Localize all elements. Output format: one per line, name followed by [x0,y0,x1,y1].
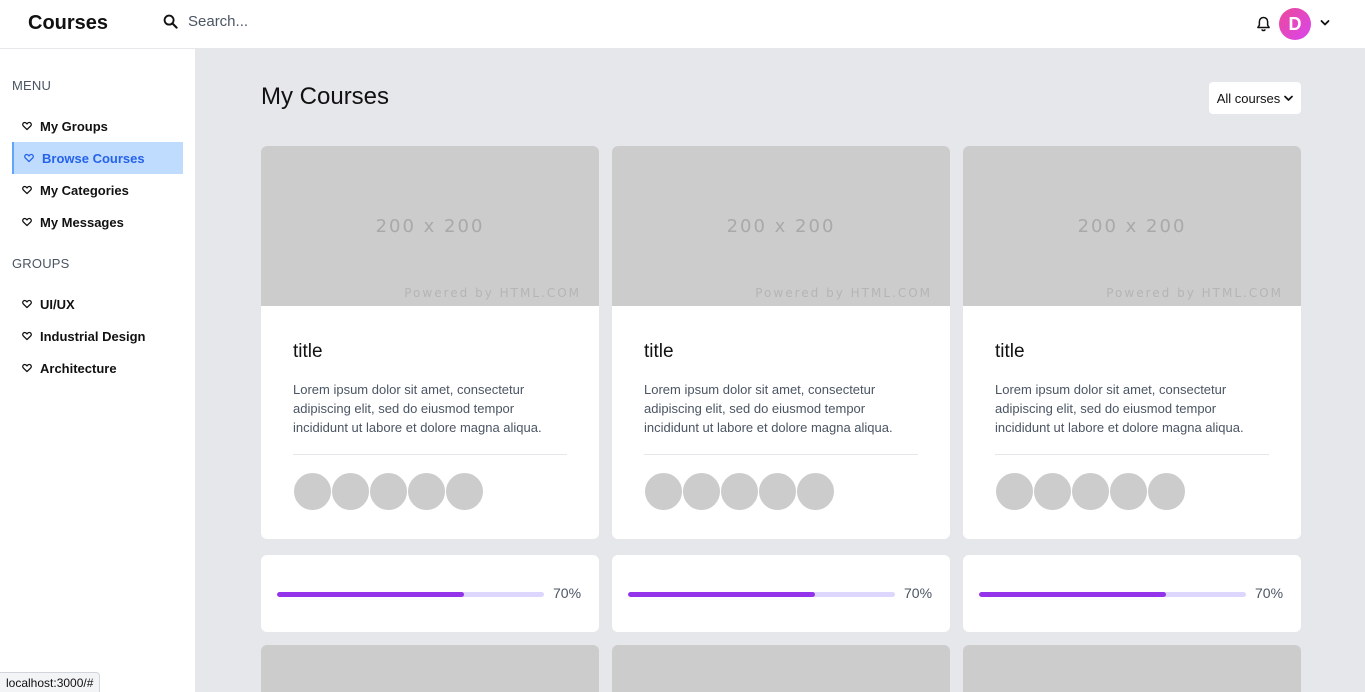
status-bar-url: localhost:3000/# [0,672,101,692]
member-avatar[interactable] [331,472,370,511]
thumbnail-size-text: 200 x 200 [1077,216,1187,237]
course-card-partial[interactable] [963,645,1301,692]
course-card-partial[interactable] [261,645,599,692]
progress-fill [277,592,464,597]
card-divider [293,454,567,455]
progress-track [979,592,1246,597]
search-icon [163,14,178,29]
filter-label: All courses [1216,90,1281,106]
progress-card: 70% [612,555,950,632]
progress-fill [628,592,815,597]
member-avatars [293,472,567,511]
progress-card: 70% [963,555,1301,632]
course-filter-dropdown[interactable]: All courses [1209,82,1301,114]
bell-icon[interactable] [1256,16,1271,32]
member-avatar[interactable] [1147,472,1186,511]
thumbnail-watermark: Powered by HTML.COM [404,286,581,300]
course-card[interactable]: 200 x 200 Powered by HTML.COM title Lore… [963,146,1301,539]
page-title: My Courses [261,83,390,110]
groups-section-title: GROUPS [12,256,70,271]
sidebar-item-label: My Messages [40,214,124,230]
sidebar-item-label: Industrial Design [40,328,146,344]
heart-icon [22,185,32,195]
course-card[interactable]: 200 x 200 Powered by HTML.COM title Lore… [261,146,599,539]
member-avatars [995,472,1269,511]
course-title: title [644,341,674,362]
heart-icon [22,299,32,309]
chevron-down-icon [1284,95,1294,101]
member-avatars [644,472,918,511]
member-avatar[interactable] [796,472,835,511]
sidebar-item-my-categories[interactable]: My Categories [12,174,183,206]
sidebar-item-label: My Groups [40,118,108,134]
heart-icon [24,153,34,163]
course-description: Lorem ipsum dolor sit amet, consectetur … [644,382,893,435]
member-avatar[interactable] [995,472,1034,511]
member-avatar[interactable] [1033,472,1072,511]
progress-label: 70% [904,585,933,601]
course-description: Lorem ipsum dolor sit amet, consectetur … [995,382,1244,435]
member-avatar[interactable] [369,472,408,511]
sidebar: MENU My Groups Browse Courses My Categor… [0,49,196,692]
progress-fill [979,592,1166,597]
member-avatar[interactable] [1071,472,1110,511]
thumbnail-watermark: Powered by HTML.COM [1106,286,1283,300]
course-title: title [995,341,1025,362]
search-bar[interactable] [163,13,463,30]
top-bar: Courses D [0,0,1365,49]
card-divider [995,454,1269,455]
search-input[interactable] [188,13,448,30]
progress-card: 70% [261,555,599,632]
thumbnail-watermark: Powered by HTML.COM [755,286,932,300]
sidebar-item-label: My Categories [40,182,129,198]
course-card-partial[interactable] [612,645,950,692]
course-thumbnail: 200 x 200 Powered by HTML.COM [963,146,1301,306]
heart-icon [22,217,32,227]
sidebar-item-browse-courses[interactable]: Browse Courses [12,142,183,174]
course-thumbnail: 200 x 200 Powered by HTML.COM [261,146,599,306]
member-avatar[interactable] [758,472,797,511]
user-avatar[interactable]: D [1279,8,1311,40]
member-avatar[interactable] [644,472,683,511]
chevron-down-icon[interactable] [1320,19,1330,27]
card-divider [644,454,918,455]
thumbnail-size-text: 200 x 200 [375,216,485,237]
sidebar-item-my-messages[interactable]: My Messages [12,206,183,238]
course-description: Lorem ipsum dolor sit amet, consectetur … [293,382,542,435]
progress-label: 70% [553,585,582,601]
heart-icon [22,331,32,341]
member-avatar[interactable] [293,472,332,511]
course-title: title [293,341,323,362]
thumbnail-size-text: 200 x 200 [726,216,836,237]
course-thumbnail: 200 x 200 Powered by HTML.COM [612,146,950,306]
sidebar-item-industrial-design[interactable]: Industrial Design [12,320,183,352]
progress-track [628,592,895,597]
member-avatar[interactable] [1109,472,1148,511]
sidebar-item-architecture[interactable]: Architecture [12,352,183,384]
sidebar-item-label: Browse Courses [42,150,145,166]
course-card[interactable]: 200 x 200 Powered by HTML.COM title Lore… [612,146,950,539]
member-avatar[interactable] [445,472,484,511]
sidebar-item-my-groups[interactable]: My Groups [12,110,183,142]
progress-label: 70% [1255,585,1284,601]
member-avatar[interactable] [682,472,721,511]
progress-track [277,592,544,597]
sidebar-item-ui-ux[interactable]: UI/UX [12,288,183,320]
member-avatar[interactable] [720,472,759,511]
sidebar-item-label: Architecture [40,360,117,376]
heart-icon [22,363,32,373]
heart-icon [22,121,32,131]
brand-title[interactable]: Courses [28,12,108,35]
member-avatar[interactable] [407,472,446,511]
menu-section-title: MENU [12,78,52,93]
sidebar-item-label: UI/UX [40,296,75,312]
